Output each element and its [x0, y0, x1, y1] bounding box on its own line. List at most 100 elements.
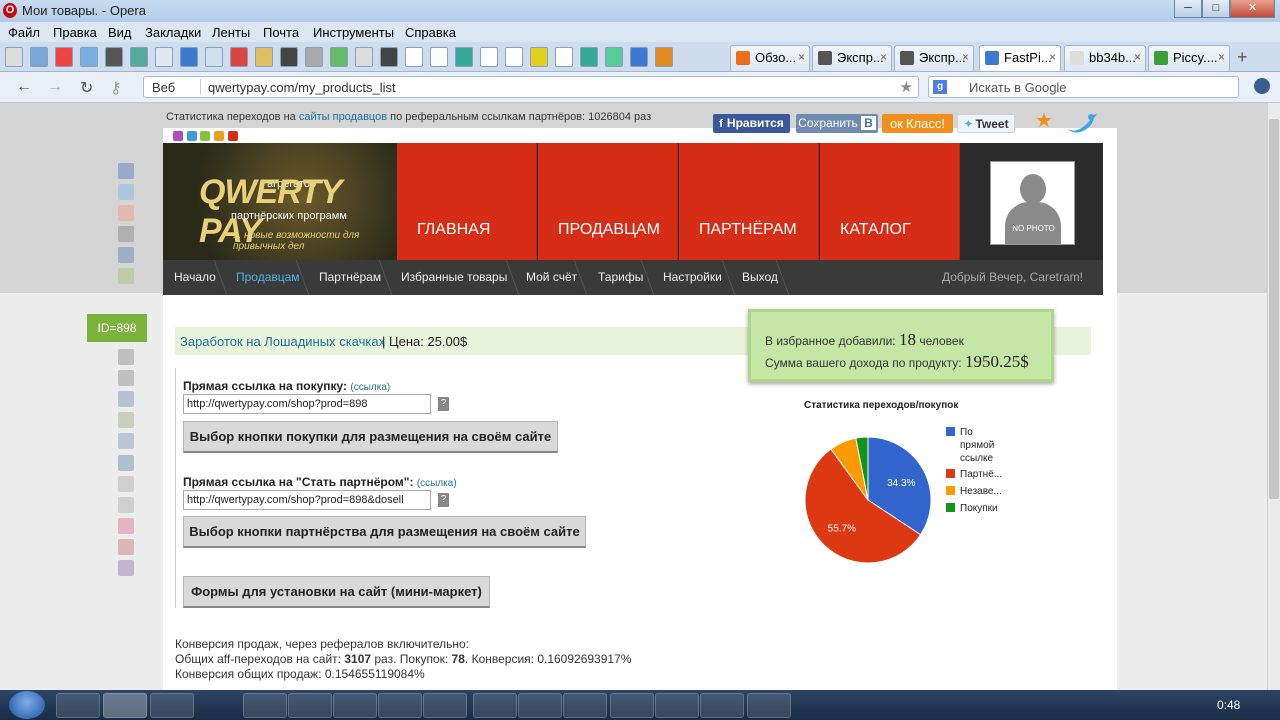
menu-catalog[interactable]: КАТАЛОГ: [820, 143, 960, 260]
scrollbar-thumb[interactable]: [1269, 119, 1279, 499]
speed-dial-icon[interactable]: [30, 47, 48, 67]
partner-button-chooser[interactable]: Выбор кнопки партнёрства для размещения …: [183, 516, 586, 548]
tab-close-icon[interactable]: ×: [798, 50, 805, 64]
share-friendfeed-icon[interactable]: [118, 391, 134, 407]
menu-bookmarks[interactable]: Закладки: [145, 25, 201, 40]
speed-dial-icon[interactable]: [405, 47, 423, 67]
speed-dial-icon[interactable]: [630, 47, 648, 67]
nav-sellers[interactable]: Продавцам: [236, 270, 300, 284]
speed-dial-icon[interactable]: [330, 47, 348, 67]
speed-dial-icon[interactable]: [55, 47, 73, 67]
bookmark-star-icon[interactable]: ★: [900, 78, 913, 96]
speed-dial-icon[interactable]: [305, 47, 323, 67]
share-star-icon[interactable]: [118, 518, 134, 534]
speed-dial-icon[interactable]: [505, 47, 523, 67]
taskbar-paint-icon[interactable]: [423, 693, 467, 718]
speed-dial-icon[interactable]: [480, 47, 498, 67]
speed-dial-icon[interactable]: [655, 47, 673, 67]
speed-dial-icon[interactable]: [105, 47, 123, 67]
minimize-button[interactable]: ─: [1174, 0, 1202, 18]
speed-dial-icon[interactable]: [380, 47, 398, 67]
buy-button-chooser[interactable]: Выбор кнопки покупки для размещения на с…: [183, 421, 558, 453]
speed-dial-icon[interactable]: [130, 47, 148, 67]
tab-close-icon[interactable]: ×: [1134, 50, 1141, 64]
partner-link-input[interactable]: [183, 490, 431, 510]
product-name-link[interactable]: Заработок на Лошадиных скачках: [180, 334, 385, 349]
taskbar-folder-icon[interactable]: [610, 693, 654, 718]
theme-blue-dot[interactable]: [187, 131, 197, 141]
mini-market-forms-button[interactable]: Формы для установки на сайт (мини-маркет…: [183, 576, 490, 608]
address-field[interactable]: Веб qwertypay.com/my_products_list ★: [143, 76, 919, 98]
menu-home[interactable]: ГЛАВНАЯ: [397, 143, 537, 260]
direct-link-input[interactable]: [183, 394, 431, 414]
share-pen-icon[interactable]: [118, 497, 134, 513]
taskbar-box-icon[interactable]: [655, 693, 699, 718]
taskbar-explorer-icon[interactable]: [56, 693, 100, 718]
taskbar-media-icon[interactable]: [700, 693, 744, 718]
tab-1[interactable]: Обзо... ×: [730, 45, 810, 71]
share-twitter-icon[interactable]: [118, 184, 134, 200]
clock[interactable]: 0:48: [1217, 698, 1240, 712]
taskbar-office-icon[interactable]: [563, 693, 607, 718]
start-button-icon[interactable]: [9, 691, 45, 719]
maximize-button[interactable]: □: [1202, 0, 1230, 18]
share-grid-icon[interactable]: [118, 539, 134, 555]
close-window-button[interactable]: ✕: [1230, 0, 1275, 18]
speed-dial-icon[interactable]: [605, 47, 623, 67]
share-vk-icon[interactable]: [118, 247, 134, 263]
tab-close-icon[interactable]: ×: [880, 50, 887, 64]
search-field[interactable]: g Искать в Google: [928, 76, 1239, 98]
nav-settings[interactable]: Настройки: [663, 270, 722, 284]
tab-2[interactable]: Экспр... ×: [812, 45, 892, 71]
taskbar-chrome-icon[interactable]: [243, 693, 287, 718]
speed-dial-icon[interactable]: [180, 47, 198, 67]
reload-icon[interactable]: ↻: [80, 78, 93, 98]
speed-dial-icon[interactable]: [555, 47, 573, 67]
taskbar-opera-icon[interactable]: [103, 693, 147, 718]
direct-link-word[interactable]: (ссылка): [350, 382, 390, 393]
menu-partners[interactable]: ПАРТНЁРАМ: [679, 143, 819, 260]
taskbar-tool-icon[interactable]: [747, 693, 791, 718]
avatar[interactable]: NO PHOTO: [990, 161, 1075, 245]
share-buzz-icon[interactable]: [118, 370, 134, 386]
taskbar-app-icon[interactable]: [378, 693, 422, 718]
menu-help[interactable]: Справка: [405, 25, 456, 40]
taskbar-chrome2-icon[interactable]: [333, 693, 377, 718]
menu-sellers[interactable]: ПРОДАВЦАМ: [538, 143, 678, 260]
speed-dial-icon[interactable]: [355, 47, 373, 67]
share-delicious-icon[interactable]: [118, 349, 134, 365]
speed-dial-icon[interactable]: [280, 47, 298, 67]
menu-file[interactable]: Файл: [8, 25, 40, 40]
tab-close-icon[interactable]: ×: [1218, 50, 1225, 64]
speed-dial-icon[interactable]: [80, 47, 98, 67]
partner-link-word[interactable]: (ссылка): [417, 478, 457, 489]
menu-tools[interactable]: Инструменты: [313, 25, 394, 40]
back-arrow-icon[interactable]: ←: [16, 78, 32, 96]
facebook-like-button[interactable]: f Нравится: [713, 114, 790, 133]
web-mode-label[interactable]: Веб: [152, 80, 175, 95]
share-yahoo-icon[interactable]: [118, 560, 134, 576]
taskbar-firefox-icon[interactable]: [518, 693, 562, 718]
ok-class-button[interactable]: ок Класс!: [882, 114, 953, 133]
vk-save-button[interactable]: Сохранить В: [796, 114, 878, 133]
new-tab-button[interactable]: +: [1237, 47, 1248, 68]
speed-dial-icon[interactable]: [5, 47, 23, 67]
twitter-follow-icon[interactable]: [1065, 111, 1099, 137]
theme-red-dot[interactable]: [228, 131, 238, 141]
url-text[interactable]: qwertypay.com/my_products_list: [208, 80, 396, 95]
nav-partners[interactable]: Партнёрам: [319, 270, 381, 284]
speed-dial-icon[interactable]: [205, 47, 223, 67]
tab-3[interactable]: Экспр... ×: [894, 45, 974, 71]
theme-purple-dot[interactable]: [173, 131, 183, 141]
speed-dial-icon[interactable]: [455, 47, 473, 67]
tweet-button[interactable]: ✦ Tweet: [957, 114, 1015, 133]
tab-4-active[interactable]: FastPi... ×: [979, 45, 1061, 71]
share-livejournal-icon[interactable]: [118, 476, 134, 492]
speed-dial-icon[interactable]: [255, 47, 273, 67]
menu-feeds[interactable]: Ленты: [212, 25, 250, 40]
theme-orange-dot[interactable]: [214, 131, 224, 141]
tab-close-icon[interactable]: ×: [962, 50, 969, 64]
speed-dial-icon[interactable]: [530, 47, 548, 67]
taskbar-edit-icon[interactable]: [473, 693, 517, 718]
menu-view[interactable]: Вид: [108, 25, 132, 40]
